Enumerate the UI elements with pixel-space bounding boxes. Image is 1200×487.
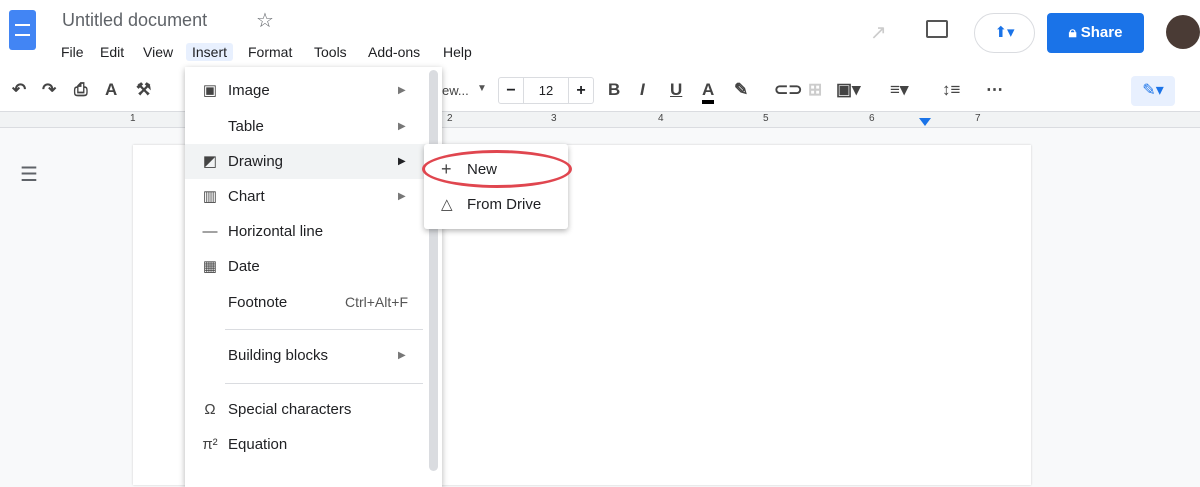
share-label: Share [1080,24,1123,41]
label: Footnote [228,294,288,311]
italic-icon[interactable]: I [640,80,645,100]
label: Horizontal line [228,223,324,240]
label: Drawing [228,153,284,170]
label: From Drive [467,196,542,213]
undo-icon[interactable]: ↶ [12,80,26,100]
shortcut: Ctrl+Alt+F [344,294,408,310]
pi-icon: π² [202,436,218,453]
label: Date [228,258,260,275]
redo-icon[interactable]: ↷ [42,80,56,100]
omega-icon: Ω [204,401,216,418]
decrease-size-button[interactable]: − [499,78,524,103]
paint-format-icon[interactable]: ⚒ [136,80,151,100]
menu-tools[interactable]: Tools [308,43,353,61]
divider [225,329,423,330]
toolbar [0,68,1200,112]
menu-file[interactable]: File [55,43,90,61]
ruler-number: 2 [447,113,453,124]
calendar-icon: ▦ [202,258,218,275]
ruler-number: 6 [869,113,875,124]
label: Image [228,82,270,99]
menu-item-special-characters[interactable]: Ω Special characters [185,392,430,427]
menu-item-equation[interactable]: π² Equation [185,427,430,462]
label: Building blocks [228,347,329,364]
right-indent-marker[interactable] [919,118,931,126]
avatar[interactable] [1166,15,1200,49]
image-icon: ▣ [202,82,218,99]
menu-item-date[interactable]: ▦ Date [185,249,430,284]
spellcheck-icon[interactable]: A [105,80,117,100]
submenu-item-from-drive[interactable]: △ From Drive [424,187,568,222]
increase-size-button[interactable]: + [568,78,593,103]
more-icon[interactable]: ⋯ [986,80,1003,100]
horizontal-line-icon: — [202,223,218,240]
docs-logo[interactable] [9,10,36,50]
menu-item-footnote[interactable]: Footnote Ctrl+Alt+F [185,285,430,320]
menu-edit[interactable]: Edit [94,43,130,61]
outline-icon[interactable]: ☰ [20,162,38,187]
highlight-icon[interactable]: ✎ [734,80,748,100]
ruler-number: 4 [658,113,664,124]
label: Chart [228,188,265,205]
comment-icon[interactable] [926,20,948,38]
font-select[interactable]: ew... [442,83,469,98]
ruler-number: 7 [975,113,981,124]
menu-help[interactable]: Help [437,43,478,61]
present-button[interactable]: ⬆▾ [974,13,1035,53]
menu-item-chart[interactable]: ▥ Chart ▶ [185,179,430,214]
label: Table [228,118,264,135]
drive-icon: △ [441,196,453,213]
menu-scrollbar[interactable] [429,70,438,471]
font-dropdown-icon[interactable]: ▼ [477,83,487,94]
label: Equation [228,436,288,453]
ruler-number: 5 [763,113,769,124]
document-title[interactable]: Untitled document [62,10,207,31]
star-icon[interactable]: ☆ [256,8,274,33]
ruler[interactable] [0,112,1200,128]
divider [225,383,423,384]
submenu-arrow-icon: ▶ [398,85,406,96]
lock-icon: 🔒︎ [1068,24,1081,41]
underline-icon[interactable]: U [670,80,682,100]
link-icon[interactable]: ⊂⊃ [774,80,803,100]
menu-addons[interactable]: Add-ons [362,43,426,61]
share-button[interactable]: 🔒︎ Share [1047,13,1144,53]
align-icon[interactable]: ≡▾ [890,80,908,100]
menu-item-drawing[interactable]: ◩ Drawing ▶ [185,144,430,179]
insert-image-icon[interactable]: ▣▾ [836,80,861,100]
menu-item-image[interactable]: ▣ Image ▶ [185,73,430,108]
activity-icon[interactable]: ↗ [870,20,887,45]
font-size-value[interactable]: 12 [524,78,568,103]
menu-insert[interactable]: Insert [186,43,234,61]
ruler-number: 1 [130,113,136,124]
font-size-stepper[interactable]: − 12 + [498,77,594,104]
text-color-icon[interactable]: A [702,80,715,104]
drawing-icon: ◩ [202,153,218,170]
submenu-arrow-icon: ▶ [398,191,406,202]
menu-item-table[interactable]: Table ▶ [185,109,430,144]
label: Special characters [228,401,352,418]
chart-icon: ▥ [202,188,218,205]
highlight-annotation [422,150,572,188]
editing-mode-button[interactable]: ✎▾ [1131,76,1175,106]
line-spacing-icon[interactable]: ↕≡ [942,80,960,100]
submenu-arrow-icon: ▶ [398,156,406,167]
submenu-arrow-icon: ▶ [398,350,406,361]
menu-view[interactable]: View [137,43,179,61]
print-icon[interactable]: ⎙ [74,80,88,100]
add-comment-icon[interactable]: ⊞ [808,80,822,100]
menu-format[interactable]: Format [242,43,298,61]
menu-item-horizontal-line[interactable]: — Horizontal line [185,214,430,249]
bold-icon[interactable]: B [608,80,620,100]
ruler-number: 3 [551,113,557,124]
submenu-arrow-icon: ▶ [398,121,406,132]
menu-item-building-blocks[interactable]: Building blocks ▶ [185,338,430,373]
